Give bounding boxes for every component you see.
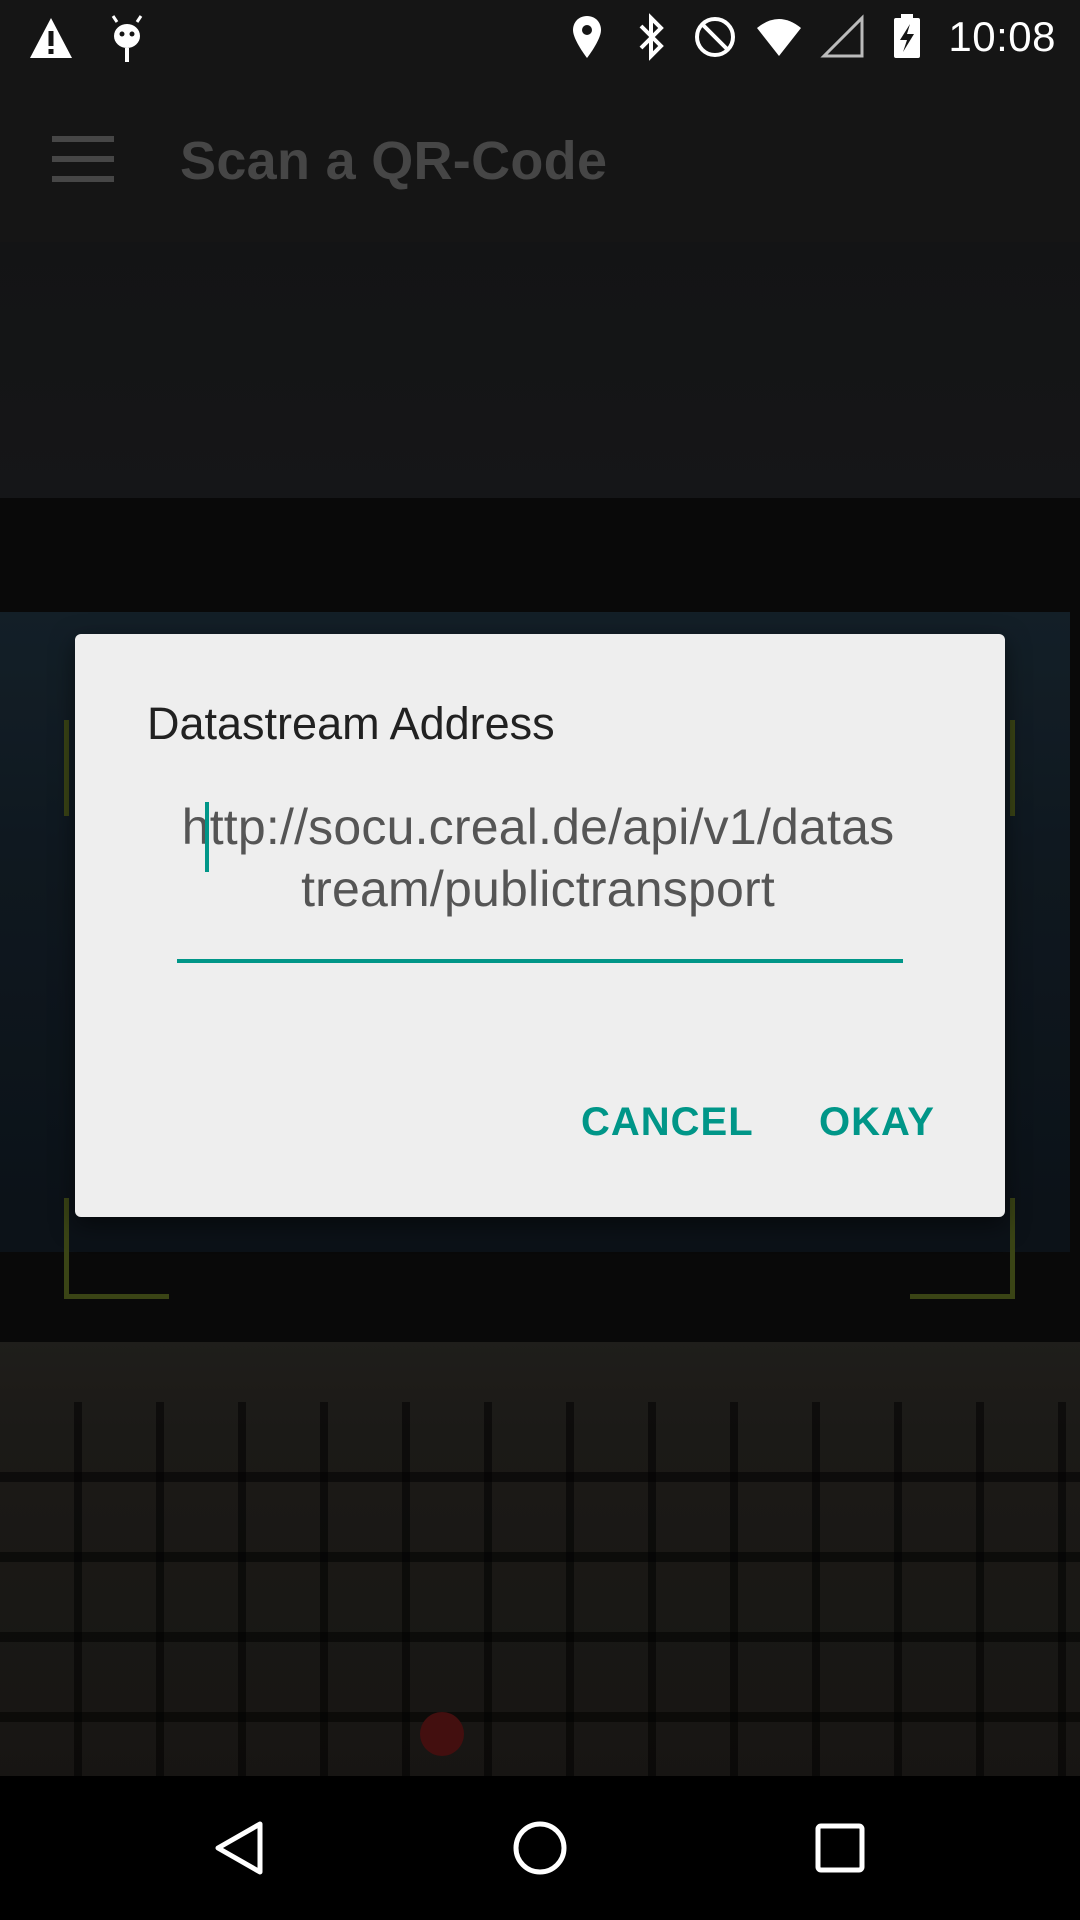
status-bar: 10:08 <box>0 0 1080 78</box>
back-icon[interactable] <box>208 1816 272 1880</box>
do-not-disturb-icon <box>695 17 736 57</box>
android-debug-icon <box>111 15 143 62</box>
input-underline <box>177 959 903 963</box>
bluetooth-icon <box>639 13 665 61</box>
status-time: 10:08 <box>948 13 1056 60</box>
warning-icon <box>30 18 72 58</box>
wifi-icon <box>757 19 802 56</box>
okay-button[interactable]: OKAY <box>819 1100 935 1145</box>
cancel-button[interactable]: CANCEL <box>581 1100 754 1145</box>
home-icon[interactable] <box>508 1816 572 1880</box>
recents-icon[interactable] <box>808 1816 872 1880</box>
location-icon <box>573 16 602 58</box>
cellular-icon <box>820 14 864 58</box>
battery-charging-icon <box>894 14 921 58</box>
navigation-bar <box>0 1776 1080 1920</box>
text-cursor <box>205 802 209 872</box>
datastream-address-dialog: Datastream Address http://socu.creal.de/… <box>75 634 1005 1217</box>
datastream-address-input[interactable]: http://socu.creal.de/api/v1/datastream/p… <box>177 796 899 924</box>
dialog-title: Datastream Address <box>147 698 555 749</box>
